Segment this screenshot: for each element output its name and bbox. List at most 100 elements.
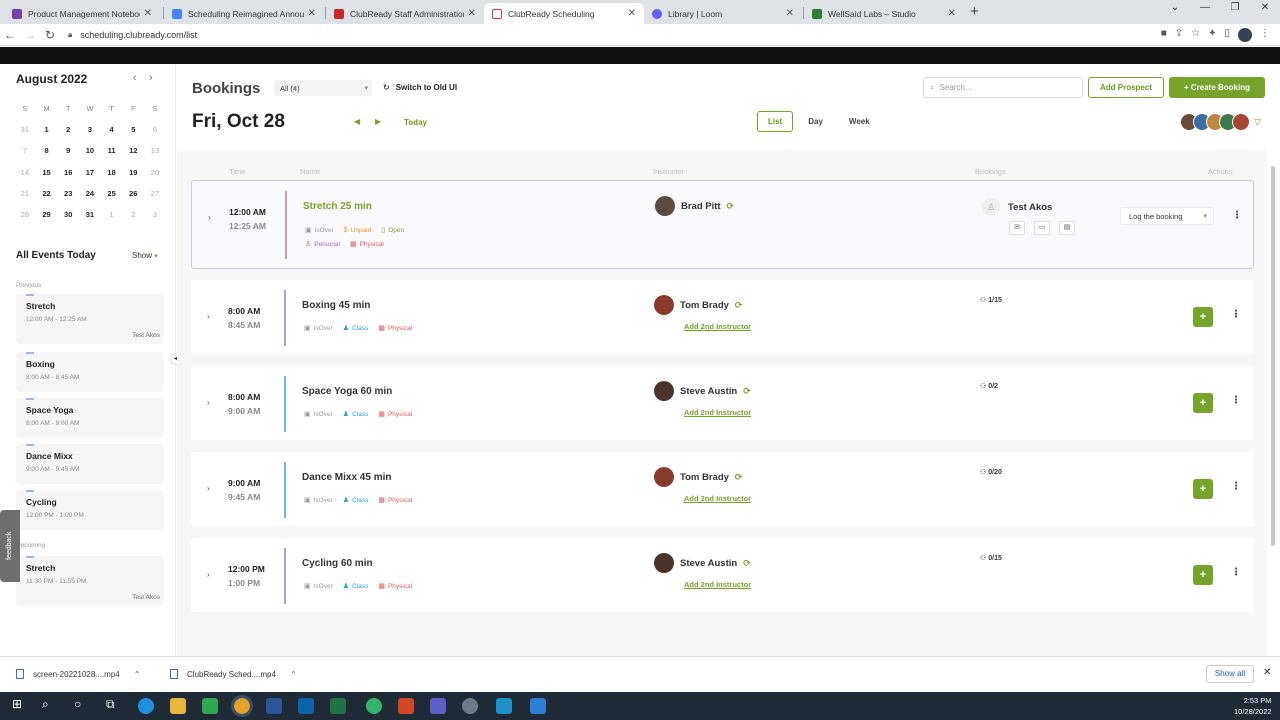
booking-name[interactable]: Boxing 45 min (302, 300, 370, 311)
more-options-icon[interactable]: ⋮ (1231, 567, 1241, 578)
calendar-day[interactable]: 23 (57, 183, 79, 204)
switch-old-ui-button[interactable]: ↻ Switch to Old UI (383, 83, 457, 92)
contact-card-icon[interactable]: ▤ (1059, 221, 1075, 235)
calendar-day[interactable]: 19 (122, 162, 144, 183)
calendar-day[interactable]: 31 (79, 204, 101, 225)
share-icon[interactable]: ⇪ (1175, 28, 1183, 42)
calendar-day[interactable]: 13 (144, 140, 166, 161)
instructor[interactable]: Brad Pitt ⟳ (655, 196, 734, 216)
next-day-button[interactable]: ▶ (375, 117, 381, 126)
menu-icon[interactable]: ⋮ (1260, 28, 1270, 42)
app-icon[interactable] (530, 698, 546, 714)
calendar-day[interactable]: 14 (14, 162, 36, 183)
app-icon[interactable] (366, 698, 382, 714)
event-card[interactable]: Stretch 12:00 AM - 12:25 AM Test Akos (16, 294, 164, 344)
calendar-day[interactable]: 28 (14, 204, 36, 225)
calendar-day[interactable]: 18 (101, 162, 123, 183)
calendar-day[interactable]: 1 (101, 204, 123, 225)
instructor[interactable]: Steve Austin ⟳ (654, 381, 751, 401)
event-card[interactable]: Stretch 11:30 PM - 11:55 PM Test Akos (16, 556, 164, 606)
word-icon[interactable] (266, 698, 282, 714)
comment-icon[interactable]: ▭ (1034, 221, 1050, 235)
add-2nd-instructor-link[interactable]: Add 2nd Instructor (684, 580, 751, 589)
tab-day[interactable]: Day (797, 111, 834, 132)
chevron-right-icon[interactable]: › (208, 213, 211, 222)
more-options-icon[interactable]: ⋮ (1231, 481, 1241, 492)
file-explorer-icon[interactable] (170, 698, 186, 714)
close-icon[interactable]: ✕ (144, 8, 152, 19)
profile-avatar[interactable] (1238, 28, 1252, 42)
tab-product-management[interactable]: Product Management Notebook ✕ (4, 3, 160, 24)
chevron-up-icon[interactable]: ⌃ (290, 670, 297, 679)
tab-list[interactable]: List (757, 111, 794, 132)
show-dropdown[interactable]: Show ▾ (132, 251, 158, 260)
task-view-icon[interactable]: ⧉ (106, 697, 115, 712)
chevron-right-icon[interactable]: › (207, 570, 210, 579)
add-2nd-instructor-link[interactable]: Add 2nd Instructor (684, 494, 751, 503)
calendar-day[interactable]: 8 (36, 140, 58, 161)
reload-button[interactable]: ↻ (40, 28, 60, 42)
tab-staff-administration[interactable]: ClubReady Staff Administration ✕ (326, 3, 484, 24)
download-item[interactable]: screen-20221028....mp4 ⌃ (16, 669, 140, 679)
close-icon[interactable]: ✕ (948, 8, 956, 19)
sync-icon[interactable]: ⟳ (743, 558, 751, 569)
close-icon[interactable]: ✕ (786, 8, 794, 19)
calendar-day[interactable]: 5 (122, 119, 144, 140)
booking-row[interactable]: › 12:00 AM 12:25 AM Stretch 25 min ▣ IsOv… (191, 180, 1254, 269)
system-clock[interactable]: 2:53 PM 10/28/2022 (1234, 695, 1272, 717)
calendar-day[interactable]: 9 (57, 140, 79, 161)
avatar[interactable] (1232, 113, 1250, 131)
add-booking-button[interactable]: + (1193, 307, 1213, 327)
edge-icon[interactable] (138, 698, 154, 714)
app-icon[interactable] (462, 698, 478, 714)
tab-scheduling-reimagined[interactable]: Scheduling Reimagined Announc... ✕ (164, 3, 324, 24)
calendar-day[interactable]: 29 (36, 204, 58, 225)
booking-name[interactable]: Dance Mixx 45 min (302, 472, 391, 483)
bookings-filter-select[interactable]: All (4) ▾ (274, 80, 372, 96)
add-prospect-button[interactable]: Add Prospect (1088, 77, 1164, 98)
calendar-day[interactable]: 10 (79, 140, 101, 161)
back-button[interactable]: ← (0, 28, 20, 42)
tab-wellsaid-studio[interactable]: WellSaid Labs – Studio ✕ (804, 3, 964, 24)
chevron-left-icon[interactable]: ‹ (133, 72, 137, 84)
booking-name[interactable]: Cycling 60 min (302, 558, 373, 569)
calendar-day[interactable]: 16 (57, 162, 79, 183)
show-all-button[interactable]: Show all (1206, 665, 1254, 683)
calendar-day[interactable]: 22 (36, 183, 58, 204)
calendar-day[interactable]: 31 (14, 119, 36, 140)
instructor[interactable]: Tom Brady ⟳ (654, 467, 742, 487)
extensions-icon[interactable]: ✦ (1208, 28, 1216, 42)
client[interactable]: ♙ Test Akos (982, 198, 1052, 216)
calendar-day[interactable]: 3 (144, 204, 166, 225)
scrollbar[interactable] (1269, 150, 1277, 656)
feedback-tab[interactable]: feedback (0, 510, 20, 582)
booking-row[interactable]: › 8:00 AM 8:45 AM Boxing 45 min ▣ IsOver … (191, 280, 1254, 354)
add-2nd-instructor-link[interactable]: Add 2nd Instructor (684, 322, 751, 331)
calendar-day[interactable]: 21 (14, 183, 36, 204)
event-card[interactable]: Cycling 12:00 PM - 1:00 PM (16, 490, 164, 530)
calendar-day[interactable]: 2 (57, 119, 79, 140)
sync-icon[interactable]: ⟳ (743, 386, 751, 397)
instructor[interactable]: Tom Brady ⟳ (654, 295, 742, 315)
filter-icon[interactable]: ▽ (1254, 113, 1261, 131)
tab-week[interactable]: Week (838, 111, 881, 132)
search-input[interactable]: ⌕ Search... (923, 77, 1083, 98)
calendar-day[interactable]: 1 (36, 119, 58, 140)
more-options-icon[interactable]: ⋮ (1232, 210, 1242, 221)
prev-day-button[interactable]: ◀ (354, 117, 360, 126)
chevron-right-icon[interactable]: › (149, 72, 153, 84)
cortana-icon[interactable]: ○ (74, 697, 81, 711)
calendar-day[interactable]: 27 (144, 183, 166, 204)
booking-row[interactable]: › 8:00 AM 9:00 AM Space Yoga 60 min ▣ IsO… (191, 366, 1254, 440)
minimize-button[interactable]: — (1190, 2, 1220, 13)
today-button[interactable]: Today (404, 118, 427, 127)
add-booking-button[interactable]: + (1193, 479, 1213, 499)
booking-name[interactable]: Stretch 25 min (303, 201, 372, 212)
event-card[interactable]: Space Yoga 8:00 AM - 9:00 AM (16, 398, 164, 438)
calendar-day[interactable]: 25 (101, 183, 123, 204)
close-icon[interactable]: ✕ (628, 8, 636, 19)
calendar-day[interactable]: 6 (144, 119, 166, 140)
teams-icon[interactable] (430, 698, 446, 714)
close-window-button[interactable]: ✕ (1250, 2, 1280, 13)
instructor-avatar-filter[interactable]: ▽ (1180, 113, 1261, 131)
